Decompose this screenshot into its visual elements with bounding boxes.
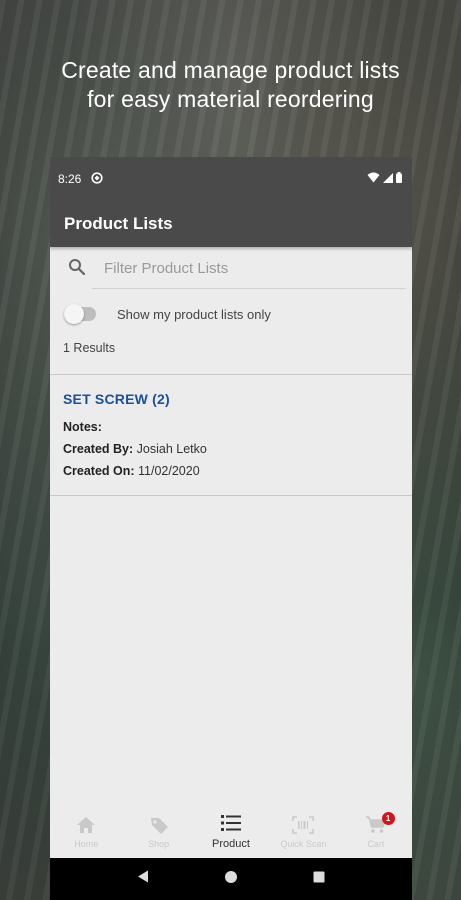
created-on-line: Created On: 11/02/2020: [63, 460, 399, 482]
phone-screen: 8:26 Product Lists Show my: [50, 157, 412, 900]
nav-product-label: Product: [212, 838, 250, 850]
notes-line: Notes:: [63, 416, 399, 438]
nav-shop[interactable]: Shop: [122, 806, 194, 858]
home-icon: [76, 816, 96, 839]
headline-line-1: Create and manage product lists: [61, 57, 400, 83]
barcode-scan-icon: [292, 815, 315, 839]
nav-home[interactable]: Home: [50, 806, 122, 858]
my-lists-toggle[interactable]: [64, 304, 96, 324]
product-list-title[interactable]: SET SCREW (2): [63, 391, 399, 407]
created-by-value: Josiah Letko: [136, 442, 207, 456]
created-by-label: Created By:: [63, 442, 134, 456]
created-by-line: Created By: Josiah Letko: [63, 438, 399, 460]
notes-label: Notes:: [63, 420, 102, 434]
status-time: 8:26: [58, 172, 82, 186]
list-item[interactable]: SET SCREW (2) Notes: Created By: Josiah …: [50, 375, 412, 495]
nav-cart-label: Cart: [367, 838, 385, 849]
wifi-icon: [367, 172, 380, 186]
divider: [50, 495, 412, 496]
system-navigation-bar: [50, 858, 412, 900]
bottom-navigation: Home Shop Product Quick Scan 1 Cart: [50, 806, 412, 858]
results-count: 1 Results: [63, 341, 116, 355]
sync-icon: [91, 171, 103, 187]
headline-line-2: for easy material reordering: [87, 86, 374, 112]
status-bar: 8:26: [50, 157, 412, 201]
search-underline: [92, 288, 406, 289]
nav-quick-scan-label: Quick Scan: [280, 838, 327, 849]
page-title: Product Lists: [64, 214, 173, 233]
nav-home-label: Home: [74, 838, 99, 849]
search-bar: [64, 247, 406, 289]
my-lists-toggle-row: Show my product lists only: [50, 289, 412, 339]
promo-headline: Create and manage product lists for easy…: [0, 56, 461, 114]
home-circle-icon[interactable]: [224, 870, 238, 889]
recents-square-icon[interactable]: [313, 870, 325, 888]
app-bar: Product Lists: [50, 201, 412, 247]
search-input[interactable]: [104, 259, 406, 277]
created-on-label: Created On:: [63, 464, 135, 478]
list-icon: [220, 814, 242, 838]
cart-badge: 1: [381, 812, 395, 825]
nav-cart[interactable]: 1 Cart: [340, 806, 412, 858]
back-icon[interactable]: [137, 870, 149, 888]
search-icon: [68, 258, 88, 278]
toggle-label: Show my product lists only: [117, 306, 271, 322]
nav-quick-scan[interactable]: Quick Scan: [267, 806, 339, 858]
created-on-value: 11/02/2020: [138, 464, 200, 478]
nav-shop-label: Shop: [148, 838, 170, 849]
toggle-knob: [64, 304, 84, 324]
tag-icon: [149, 816, 169, 839]
signal-icon: [383, 172, 393, 186]
nav-product[interactable]: Product: [195, 806, 267, 858]
battery-icon: [396, 172, 402, 186]
